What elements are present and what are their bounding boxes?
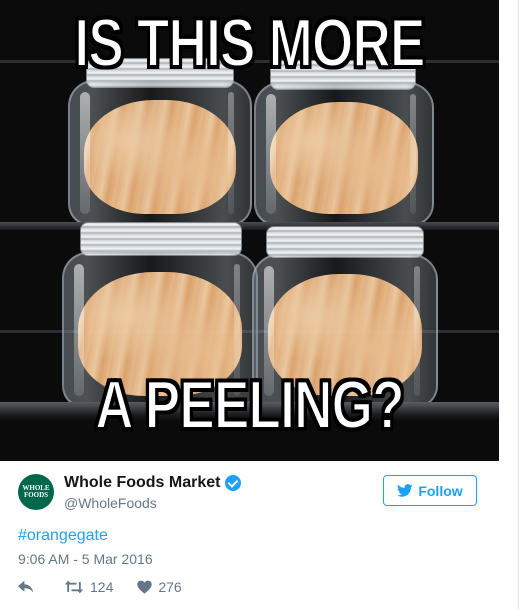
shelf <box>0 222 499 230</box>
like-button[interactable]: 276 <box>137 579 182 595</box>
jar-top-right <box>254 82 434 226</box>
glass-highlight <box>80 92 90 214</box>
retweet-icon <box>64 580 84 594</box>
verified-badge-icon <box>225 475 242 491</box>
meme-top-caption: IS THIS MORE <box>74 5 427 81</box>
reply-button[interactable] <box>18 580 34 594</box>
avatar-text-line2: FOODS <box>23 491 49 499</box>
retweet-button[interactable]: 124 <box>64 579 113 595</box>
tweet-timestamp[interactable]: 9:06 AM - 5 Mar 2016 <box>18 551 153 567</box>
twitter-bird-icon <box>397 484 413 497</box>
glass-highlight <box>266 94 276 214</box>
heart-icon <box>137 580 153 594</box>
peeled-orange <box>270 102 418 214</box>
author-display-name[interactable]: Whole Foods Market <box>64 474 220 492</box>
meme-bottom-caption: A PEELING? <box>94 367 405 443</box>
follow-button-label: Follow <box>418 482 463 499</box>
tweet-image[interactable]: IS THIS MORE A PEELING? <box>0 0 499 461</box>
tweet-hashtag-link[interactable]: #orangegate <box>18 527 108 545</box>
embedded-tweet-card: IS THIS MORE A PEELING? WHOLE FOODS Whol… <box>0 0 519 610</box>
avatar[interactable]: WHOLE FOODS <box>18 474 54 510</box>
tweet-author[interactable]: WHOLE FOODS Whole Foods Market @WholeFoo… <box>18 474 242 511</box>
peeled-orange <box>84 100 236 214</box>
like-count: 276 <box>158 579 182 595</box>
retweet-count: 124 <box>90 579 114 595</box>
tweet-actions: 124 276 <box>18 579 182 595</box>
author-handle[interactable]: @WholeFoods <box>64 495 241 511</box>
jar-top-left <box>68 80 252 226</box>
glass-highlight <box>228 92 234 214</box>
author-display-name-row[interactable]: Whole Foods Market <box>64 474 242 492</box>
follow-button[interactable]: Follow <box>383 475 477 506</box>
glass-highlight <box>410 94 416 214</box>
jar-lid <box>80 222 242 256</box>
reply-icon <box>18 580 34 593</box>
author-names: Whole Foods Market @WholeFoods <box>64 474 242 511</box>
